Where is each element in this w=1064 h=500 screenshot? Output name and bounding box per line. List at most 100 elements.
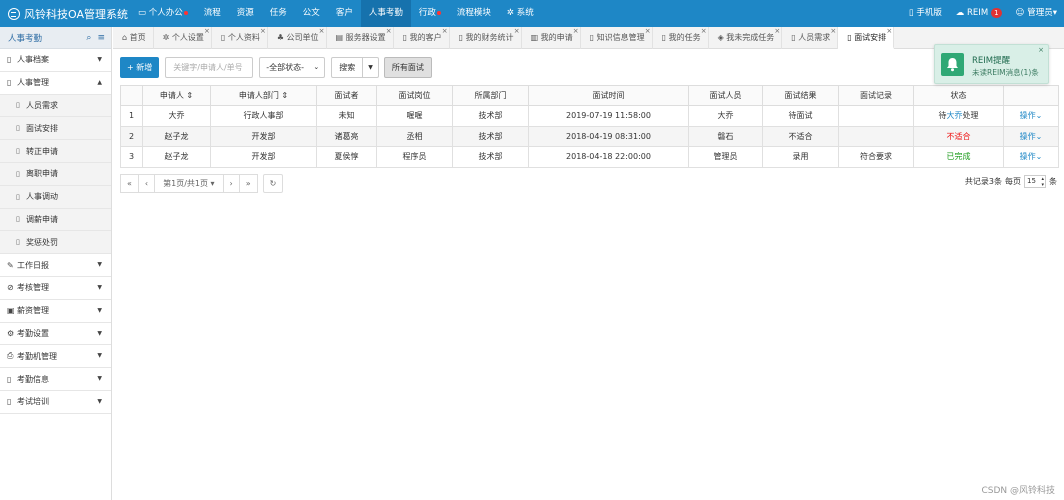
cell-interviewee: 未知 xyxy=(316,105,377,127)
nav-customers[interactable]: 客户 xyxy=(328,0,361,27)
sidebar-item-exam-training[interactable]: ▯ 考试培训 ▼ xyxy=(0,391,111,414)
cell-result: 不适合 xyxy=(762,125,839,147)
sidebar-subitem-resignation[interactable]: ▯ 离职申请 xyxy=(0,162,111,186)
bookmark-icon: ▯ xyxy=(16,147,20,156)
close-icon[interactable]: × xyxy=(386,20,392,42)
app-brand[interactable]: 风铃科技OA管理系统 xyxy=(0,6,130,22)
search-dropdown-toggle[interactable]: ▼ xyxy=(363,58,378,77)
sidebar-item-personnel-files[interactable]: ▯ 人事档案 ▼ xyxy=(0,49,111,72)
app-logo-icon xyxy=(8,7,20,20)
list-icon: ▥ xyxy=(530,33,539,42)
close-icon[interactable]: × xyxy=(645,20,651,42)
tab-server-settings[interactable]: ▤ 服务器设置 × xyxy=(327,27,394,49)
close-icon[interactable]: × xyxy=(886,20,892,42)
sidebar-subitem-regularization[interactable]: ▯ 转正申请 xyxy=(0,140,111,163)
tab-staff-demand[interactable]: ▯ 人员需求 × xyxy=(782,27,839,49)
tab-knowledge[interactable]: ▯ 知识信息管理 × xyxy=(581,27,653,49)
cell-applicant-dept: 行政人事部 xyxy=(210,105,317,127)
sidebar-subitem-interview-schedule[interactable]: ▯ 面试安排 xyxy=(0,117,111,141)
tab-company-units[interactable]: ♣ 公司单位 × xyxy=(268,27,327,49)
tab-my-tasks[interactable]: ▯ 我的任务 × xyxy=(653,27,709,49)
nav-personal-office[interactable]: ▭ 个人办公 xyxy=(130,0,196,27)
nav-resources[interactable]: 资源 xyxy=(229,0,262,27)
close-icon[interactable]: × xyxy=(260,20,266,42)
user-menu[interactable]: ☺ 管理员▾ xyxy=(1009,0,1064,27)
add-button[interactable]: + 新增 xyxy=(120,57,160,78)
close-icon[interactable]: × xyxy=(442,20,448,42)
col-position: 面试岗位 xyxy=(376,85,453,106)
nav-process-module[interactable]: 流程模块 xyxy=(449,0,499,27)
close-icon[interactable]: × xyxy=(830,20,836,42)
sidebar-item-assessment[interactable]: ⊘ 考核管理 ▼ xyxy=(0,277,111,300)
sidebar-subitem-staff-demand[interactable]: ▯ 人员需求 xyxy=(0,94,111,118)
page-select[interactable]: 第1页/共1页 ▾ xyxy=(154,174,224,193)
tab-home[interactable]: ⌂ 首页 xyxy=(113,27,154,49)
menu-icon[interactable]: ≡ xyxy=(97,33,105,43)
all-interviews-button[interactable]: 所有面试 xyxy=(383,57,432,78)
tab-my-customers[interactable]: ▯ 我的客户 × xyxy=(394,27,450,49)
prev-page-button[interactable]: ‹ xyxy=(137,174,156,193)
cell-belong-dept: 技术部 xyxy=(452,105,529,127)
sidebar-item-attendance-info[interactable]: ▯ 考勤信息 ▼ xyxy=(0,368,111,391)
users-icon: ♣ xyxy=(276,33,284,42)
tab-personal-info[interactable]: ▯ 个人资料 × xyxy=(212,27,268,49)
pagination: « ‹ 第1页/共1页 ▾ › » ↻ xyxy=(120,174,284,193)
tab-unfinished-tasks[interactable]: ◈ 我未完成任务 × xyxy=(709,27,783,49)
tab-my-applications[interactable]: ▥ 我的申请 × xyxy=(522,27,581,49)
sidebar-subitem-rewards-penalties[interactable]: ▯ 奖惩处罚 xyxy=(0,231,111,255)
first-page-button[interactable]: « xyxy=(120,174,139,193)
status-select[interactable]: -全部状态- ⌄ xyxy=(259,57,326,78)
close-icon[interactable]: × xyxy=(774,20,780,42)
search-button[interactable]: 搜索 xyxy=(332,58,364,77)
bookmark-icon: ▯ xyxy=(791,33,796,42)
close-icon[interactable]: × xyxy=(514,20,520,42)
search-input[interactable]: 关键字/申请人/单号 xyxy=(165,57,254,78)
close-icon[interactable]: × xyxy=(573,20,579,42)
bookmark-icon: ▯ xyxy=(16,192,20,201)
reim-link[interactable]: ☁ REIM 1 xyxy=(949,0,1009,27)
table-row[interactable]: 1 大乔 行政人事部 未知 喔喔 技术部 2019-07-19 11:58:00… xyxy=(120,105,1059,127)
sidebar-item-salary[interactable]: ▣ 薪资管理 ▼ xyxy=(0,300,111,323)
col-action xyxy=(1003,85,1059,106)
table-header-row: 申请人 ⇕ 申请人部门 ⇕ 面试者 面试岗位 所属部门 面试时间 面试人员 面试… xyxy=(120,85,1059,106)
refresh-button[interactable]: ↻ xyxy=(262,174,284,193)
nav-system[interactable]: ✲ 系统 xyxy=(499,0,542,27)
close-icon[interactable]: × xyxy=(319,20,325,42)
next-page-button[interactable]: › xyxy=(222,174,240,193)
sort-icon: ⇕ xyxy=(281,91,289,100)
tab-interview-schedule[interactable]: ▯ 面试安排 × xyxy=(838,27,895,49)
sidebar-item-attendance-settings[interactable]: ⚙ 考勤设置 ▼ xyxy=(0,323,111,346)
table-row[interactable]: 2 赵子龙 开发部 诸葛亮 丞相 技术部 2018-04-19 08:31:00… xyxy=(120,125,1059,147)
nav-tasks[interactable]: 任务 xyxy=(262,0,295,27)
close-icon[interactable]: × xyxy=(204,20,210,42)
close-icon[interactable]: × xyxy=(701,20,707,42)
status-handler-link[interactable]: 大乔 xyxy=(947,111,963,120)
bookmark-icon: ▯ xyxy=(589,33,595,42)
close-icon[interactable]: × xyxy=(1038,46,1044,54)
chevron-down-icon: ⌄ xyxy=(1035,152,1043,162)
table-row[interactable]: 3 赵子龙 开发部 夏侯惇 程序员 技术部 2018-04-18 22:00:0… xyxy=(120,146,1059,168)
caret-up-icon: ▲ xyxy=(97,78,102,86)
cell-applicant: 赵子龙 xyxy=(142,125,211,147)
stepper-icon[interactable]: ▴ ▾ xyxy=(1041,176,1044,188)
last-page-button[interactable]: » xyxy=(238,174,258,193)
col-applicant[interactable]: 申请人 ⇕ xyxy=(142,85,211,106)
action-dropdown[interactable]: 操作⌄ xyxy=(1003,125,1059,147)
sidebar-item-personnel-management[interactable]: ▯ 人事管理 ▲ xyxy=(0,72,111,95)
per-page-input[interactable]: 15 ▴ ▾ xyxy=(1024,175,1046,188)
col-applicant-dept[interactable]: 申请人部门 ⇕ xyxy=(210,85,317,106)
sidebar-item-attendance-machine[interactable]: ⎙ 考勤机管理 ▼ xyxy=(0,345,111,369)
col-status: 状态 xyxy=(913,85,1004,106)
tab-my-finance[interactable]: ▯ 我的财务统计 × xyxy=(450,27,522,49)
tab-personal-settings[interactable]: ✲ 个人设置 × xyxy=(154,27,212,49)
sidebar-subitem-transfer[interactable]: ▯ 人事调动 xyxy=(0,185,111,209)
chevron-down-icon: ⌄ xyxy=(313,63,320,71)
nav-workflow[interactable]: 流程 xyxy=(196,0,229,27)
sidebar-subitem-salary-adjust[interactable]: ▯ 调薪申请 xyxy=(0,208,111,232)
sidebar-item-daily-report[interactable]: ✎ 工作日报 ▼ xyxy=(0,254,111,277)
action-dropdown[interactable]: 操作⌄ xyxy=(1003,146,1059,168)
mobile-version-link[interactable]: ▯ 手机版 xyxy=(902,0,949,27)
reim-notification[interactable]: REIM提醒 未读REIM消息(1)条 × xyxy=(934,44,1049,84)
action-dropdown[interactable]: 操作⌄ xyxy=(1003,105,1059,127)
search-icon[interactable]: ⌕ xyxy=(86,33,91,43)
